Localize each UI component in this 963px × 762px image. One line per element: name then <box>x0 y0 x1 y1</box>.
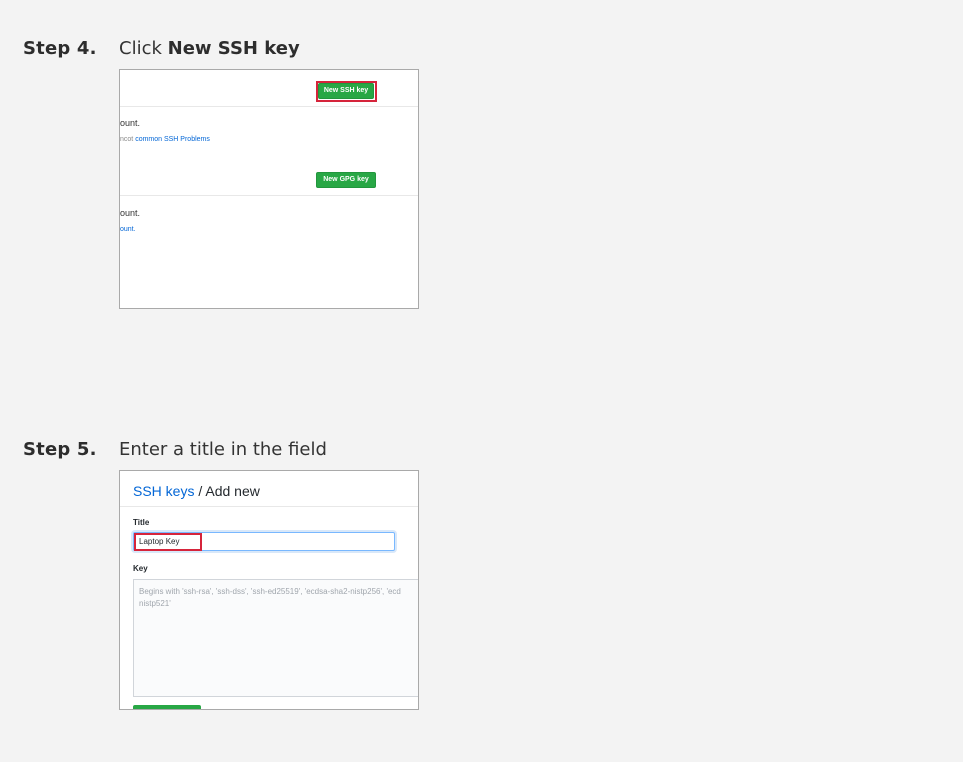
breadcrumb: SSH keys / Add new <box>133 483 260 499</box>
step-5-instruction: Enter a title in the field <box>119 439 327 460</box>
step-5-label: Step 5. <box>23 439 97 460</box>
common-ssh-problems-link[interactable]: common SSH Problems <box>135 136 210 143</box>
new-gpg-key-button[interactable]: New GPG key <box>316 172 376 188</box>
step-4-label: Step 4. <box>23 38 97 59</box>
divider <box>120 195 418 196</box>
ssh-description-text: ount. <box>120 118 141 128</box>
gpg-help-link[interactable]: ount. <box>120 226 136 233</box>
add-ssh-key-button[interactable] <box>133 705 201 709</box>
highlight-box <box>316 81 377 102</box>
divider <box>120 106 418 107</box>
key-textarea[interactable]: Begins with 'ssh-rsa', 'ssh-dss', 'ssh-e… <box>133 579 418 697</box>
step-4-screenshot: New SSH key ount. ncot common SSH Proble… <box>119 69 419 309</box>
step-4-instruction: Click New SSH key <box>119 38 300 59</box>
step-4-text-prefix: Click <box>119 38 168 59</box>
ssh-keys-breadcrumb-link[interactable]: SSH keys <box>133 483 194 499</box>
title-field-label: Title <box>133 518 150 527</box>
gpg-description-text: ount. <box>120 208 141 218</box>
breadcrumb-current: Add new <box>205 483 260 499</box>
step-5-screenshot: SSH keys / Add new Title Laptop Key Key … <box>119 470 419 710</box>
breadcrumb-separator: / <box>194 483 206 499</box>
key-placeholder: Begins with 'ssh-rsa', 'ssh-dss', 'ssh-e… <box>139 587 401 608</box>
ssh-help-prefix: ncot <box>120 136 136 143</box>
step-4-text-bold: New SSH key <box>167 38 300 59</box>
key-field-label: Key <box>133 564 148 573</box>
highlight-box <box>134 533 202 551</box>
ssh-help-text: ncot common SSH Problems <box>120 136 210 143</box>
divider <box>120 506 418 507</box>
